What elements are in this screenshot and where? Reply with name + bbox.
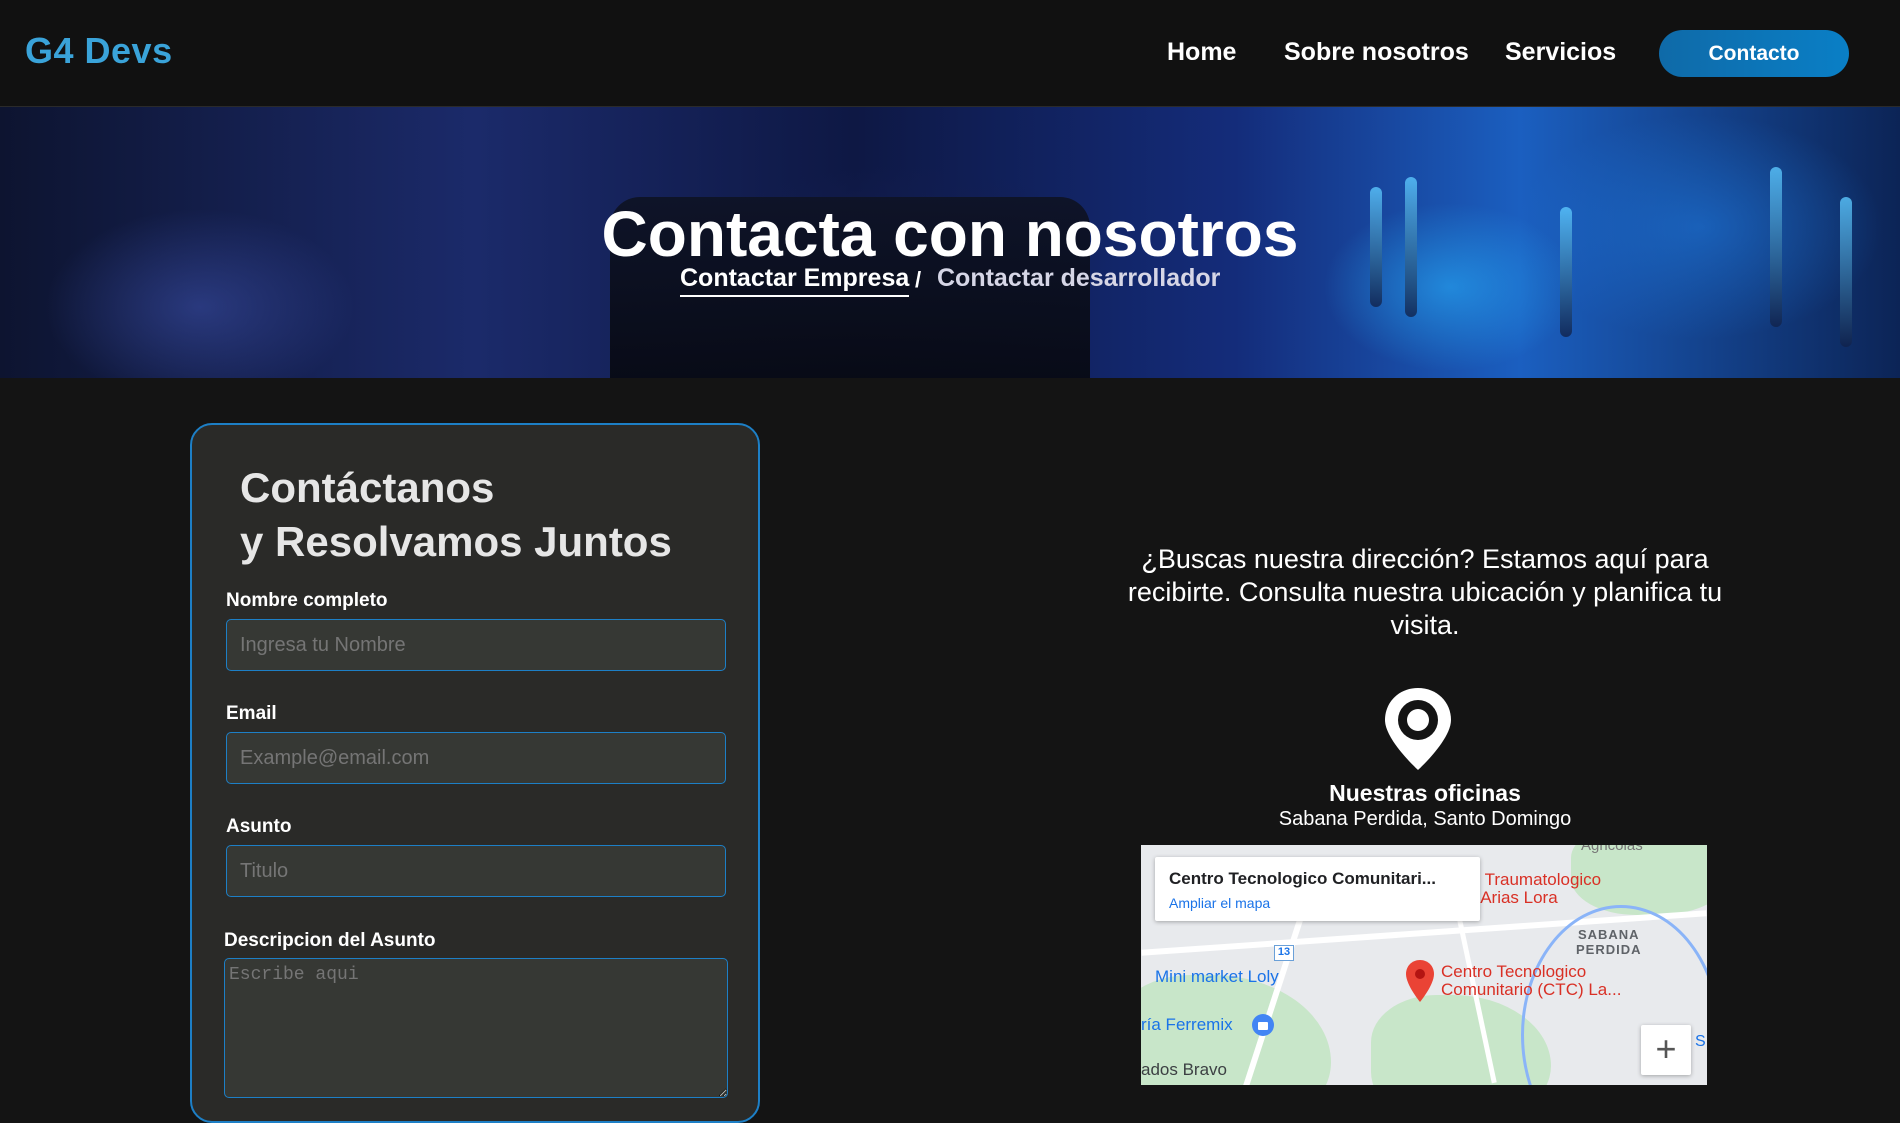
office-title: Nuestras oficinas xyxy=(1329,780,1521,806)
map-area-label: SABANA PERDIDA xyxy=(1576,927,1642,957)
map-info-card: Centro Tecnologico Comunitari... Ampliar… xyxy=(1155,857,1480,921)
map-enlarge-link[interactable]: Ampliar el mapa xyxy=(1169,895,1270,911)
subject-label: Asunto xyxy=(226,816,292,837)
contact-button[interactable]: Contacto xyxy=(1659,30,1849,77)
breadcrumb-separator: / xyxy=(915,267,922,292)
location-intro: ¿Buscas nuestra dirección? Estamos aquí … xyxy=(1127,544,1723,640)
map-marker-icon[interactable] xyxy=(1405,959,1435,1003)
top-navbar: G4 Devs Home Sobre nosotros Servicios Co… xyxy=(0,0,1900,107)
map-card-title: Centro Tecnologico Comunitari... xyxy=(1169,869,1436,888)
description-textarea[interactable] xyxy=(224,958,728,1098)
map-ferreteria-label: ría Ferremix xyxy=(1141,1015,1233,1034)
hero-banner: Contacta con nosotros Contactar Empresa … xyxy=(0,107,1900,378)
map-road-number: 13 xyxy=(1274,945,1294,961)
map-market-label: Mini market Loly xyxy=(1155,967,1279,986)
page-title: Contacta con nosotros xyxy=(601,198,1299,270)
description-label: Descripcion del Asunto xyxy=(224,930,436,951)
embedded-map[interactable]: SABANA PERDIDA pital Traumatologico ney … xyxy=(1141,845,1707,1085)
tab-contactar-empresa[interactable]: Contactar Empresa xyxy=(680,264,910,297)
map-shop-icon xyxy=(1252,1014,1274,1036)
map-top-label: Agricolas xyxy=(1581,845,1643,854)
subject-input[interactable] xyxy=(226,845,726,897)
location-pin-icon xyxy=(1385,688,1451,770)
nav-servicios[interactable]: Servicios xyxy=(1505,38,1616,67)
email-input[interactable] xyxy=(226,732,726,784)
contact-form-card: Contáctanos y Resolvamos Juntos Nombre c… xyxy=(190,423,760,1123)
nav-home[interactable]: Home xyxy=(1167,38,1236,67)
form-title-line2: y Resolvamos Juntos xyxy=(240,518,672,565)
form-title-line1: Contáctanos xyxy=(240,464,495,511)
email-label: Email xyxy=(226,703,277,724)
name-input[interactable] xyxy=(226,619,726,671)
map-zoom-in-button[interactable]: + xyxy=(1641,1025,1691,1075)
logo[interactable]: G4 Devs xyxy=(25,30,173,72)
name-label: Nombre completo xyxy=(226,590,388,611)
tab-contactar-desarrollador[interactable]: Contactar desarrollador xyxy=(937,264,1220,293)
office-address: Sabana Perdida, Santo Domingo xyxy=(1278,808,1572,830)
map-edge-label: S xyxy=(1695,1033,1706,1050)
map-place-label: Centro Tecnologico Comunitario (CTC) La.… xyxy=(1441,962,1622,999)
map-bottom-label: ados Bravo xyxy=(1141,1060,1227,1079)
nav-sobre-nosotros[interactable]: Sobre nosotros xyxy=(1284,38,1469,67)
form-title: Contáctanos y Resolvamos Juntos xyxy=(240,461,672,569)
